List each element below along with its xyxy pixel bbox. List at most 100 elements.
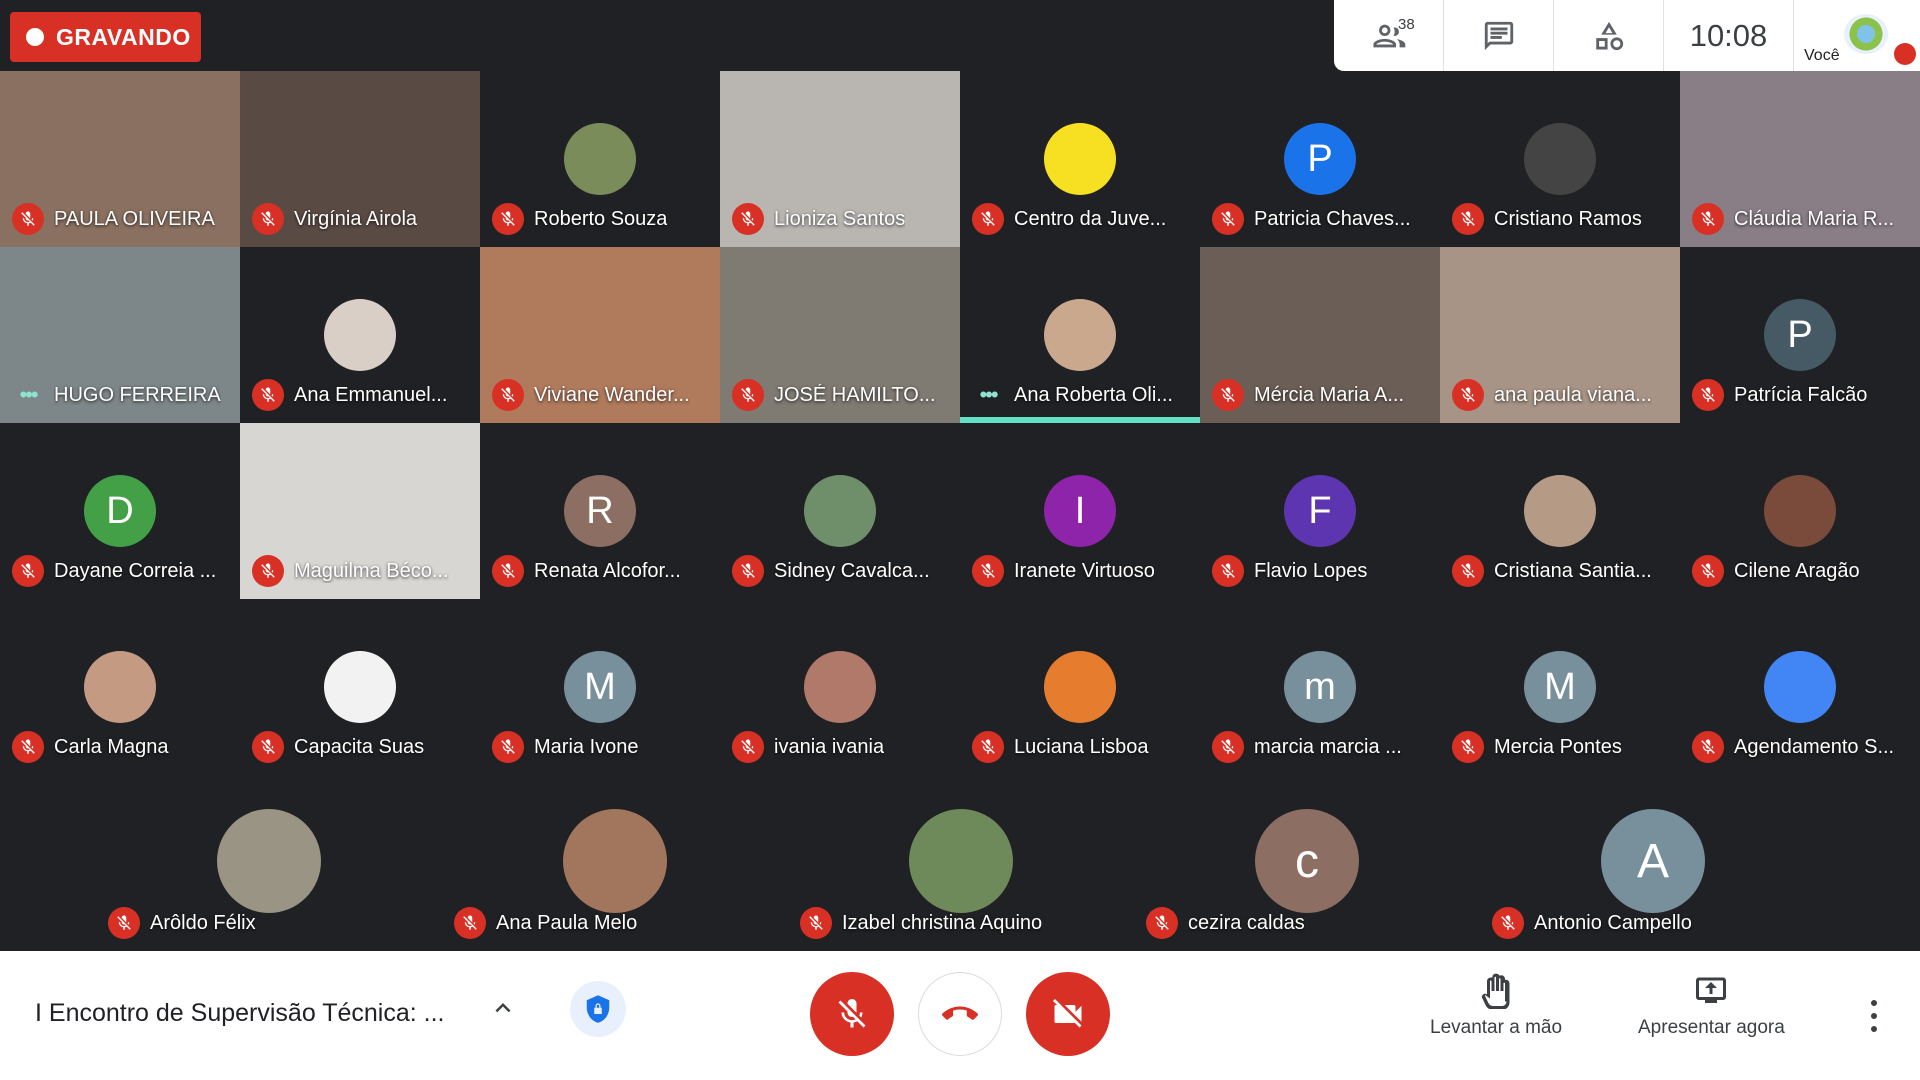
participant-tile[interactable]: Centro da Juve...: [960, 71, 1200, 247]
participant-name-row: Sidney Cavalca...: [720, 555, 960, 587]
participant-name-row: Agendamento S...: [1680, 731, 1920, 763]
mic-toggle-button[interactable]: [810, 972, 894, 1056]
participant-tile[interactable]: Mércia Maria A...: [1200, 247, 1440, 423]
participant-name-row: Capacita Suas: [240, 731, 480, 763]
participants-count: 38: [1398, 16, 1415, 33]
participant-tile[interactable]: P Patricia Chaves...: [1200, 71, 1440, 247]
participant-name-row: Renata Alcofor...: [480, 555, 720, 587]
participant-tile[interactable]: ana paula viana...: [1440, 247, 1680, 423]
participant-tile[interactable]: Ana Emmanuel...: [240, 247, 480, 423]
mic-off-icon: [972, 203, 1004, 235]
participant-avatar: [804, 651, 876, 723]
participant-tile[interactable]: Arôldo Félix: [96, 775, 442, 951]
mic-off-icon: [972, 555, 1004, 587]
participant-tile[interactable]: D Dayane Correia ...: [0, 423, 240, 599]
participant-avatar: [804, 475, 876, 547]
participant-name-row: Cristiano Ramos: [1440, 203, 1680, 235]
participant-tile[interactable]: c cezira caldas: [1134, 775, 1480, 951]
participant-tile[interactable]: Sidney Cavalca...: [720, 423, 960, 599]
participant-name-row: Iranete Virtuoso: [960, 555, 1200, 587]
participant-tile[interactable]: Agendamento S...: [1680, 599, 1920, 775]
participant-avatar: M: [564, 651, 636, 723]
participant-tile[interactable]: Luciana Lisboa: [960, 599, 1200, 775]
participant-avatar: F: [1284, 475, 1356, 547]
participants-button[interactable]: 38: [1334, 0, 1444, 71]
participant-tile[interactable]: Cilene Aragão: [1680, 423, 1920, 599]
participant-name-row: Cláudia Maria R...: [1680, 203, 1920, 235]
meeting-title[interactable]: I Encontro de Supervisão Técnica: ...: [35, 999, 445, 1028]
participant-name-row: Patrícia Falcão: [1680, 379, 1920, 411]
participant-avatar: R: [564, 475, 636, 547]
participant-name: Renata Alcofor...: [534, 559, 681, 582]
mic-off-icon: [492, 203, 524, 235]
participant-tile[interactable]: R Renata Alcofor...: [480, 423, 720, 599]
participant-tile[interactable]: PAULA OLIVEIRA: [0, 71, 240, 247]
participant-avatar: [1764, 651, 1836, 723]
chevron-up-icon[interactable]: [488, 993, 518, 1023]
video-off-icon: [1053, 999, 1082, 1028]
participant-name-row: PAULA OLIVEIRA: [0, 203, 240, 235]
audio-level-icon: •••: [19, 382, 38, 407]
participant-name: Centro da Juve...: [1014, 207, 1167, 230]
participant-tile[interactable]: Cláudia Maria R...: [1680, 71, 1920, 247]
participant-tile[interactable]: Capacita Suas: [240, 599, 480, 775]
participant-tile[interactable]: JOSÉ HAMILTO...: [720, 247, 960, 423]
participant-name: Cristiana Santia...: [1494, 559, 1652, 582]
participant-name: Antonio Campello: [1534, 911, 1692, 934]
audio-level-icon: •••: [979, 382, 998, 407]
leave-call-button[interactable]: [918, 972, 1002, 1056]
more-options-icon[interactable]: [1870, 999, 1878, 1033]
participant-tile[interactable]: ivania ivania: [720, 599, 960, 775]
mic-off-icon: [1452, 731, 1484, 763]
self-view[interactable]: Você: [1794, 0, 1920, 71]
participant-tile[interactable]: Ana Paula Melo: [442, 775, 788, 951]
participant-name: Patricia Chaves...: [1254, 207, 1411, 230]
participant-tile[interactable]: F Flavio Lopes: [1200, 423, 1440, 599]
mic-off-icon: [732, 379, 764, 411]
participant-tile[interactable]: Roberto Souza: [480, 71, 720, 247]
participant-tile[interactable]: M Mercia Pontes: [1440, 599, 1680, 775]
participant-tile[interactable]: Carla Magna: [0, 599, 240, 775]
present-now-label: Apresentar agora: [1638, 1017, 1785, 1038]
participant-tile[interactable]: ••• HUGO FERREIRA: [0, 247, 240, 423]
security-button[interactable]: [570, 981, 626, 1037]
participant-tile[interactable]: Lioniza Santos: [720, 71, 960, 247]
participant-name: ivania ivania: [774, 735, 885, 758]
present-now-button[interactable]: Apresentar agora: [1638, 973, 1785, 1039]
participant-name-row: Ana Paula Melo: [442, 907, 788, 939]
mic-off-icon: [1692, 555, 1724, 587]
participant-name: Dayane Correia ...: [54, 559, 217, 582]
participant-tile[interactable]: m marcia marcia ...: [1200, 599, 1440, 775]
participant-tile[interactable]: Izabel christina Aquino: [788, 775, 1134, 951]
raise-hand-label: Levantar a mão: [1430, 1017, 1563, 1038]
participant-avatar: c: [1255, 809, 1359, 913]
participant-tile[interactable]: A Antonio Campello: [1480, 775, 1826, 951]
mic-off-icon: [454, 907, 486, 939]
participant-avatar: [563, 809, 667, 913]
participant-name: Sidney Cavalca...: [774, 559, 930, 582]
participant-tile[interactable]: P Patrícia Falcão: [1680, 247, 1920, 423]
participant-avatar: [1764, 475, 1836, 547]
participant-tile[interactable]: Cristiana Santia...: [1440, 423, 1680, 599]
top-controls: 38 10:08 Você: [1334, 0, 1920, 71]
activities-button[interactable]: [1554, 0, 1664, 71]
recording-dot-icon: [26, 28, 44, 46]
participant-tile[interactable]: Maguilma Béco...: [240, 423, 480, 599]
participant-tile[interactable]: ••• Ana Roberta Oli...: [960, 247, 1200, 423]
mic-off-icon: [492, 731, 524, 763]
participant-tile[interactable]: I Iranete Virtuoso: [960, 423, 1200, 599]
participant-tile[interactable]: Virgínia Airola: [240, 71, 480, 247]
raise-hand-button[interactable]: Levantar a mão: [1430, 973, 1562, 1039]
participant-name: Izabel christina Aquino: [842, 911, 1043, 934]
participant-name-row: Ana Emmanuel...: [240, 379, 480, 411]
chat-button[interactable]: [1444, 0, 1554, 71]
participant-tile[interactable]: Cristiano Ramos: [1440, 71, 1680, 247]
camera-toggle-button[interactable]: [1026, 972, 1110, 1056]
participant-name: HUGO FERREIRA: [54, 383, 221, 406]
participant-tile[interactable]: Viviane Wander...: [480, 247, 720, 423]
participant-name: Lioniza Santos: [774, 207, 906, 230]
mic-off-icon: [252, 379, 284, 411]
mic-off-icon: [252, 555, 284, 587]
participant-tile[interactable]: M Maria Ivone: [480, 599, 720, 775]
participant-name-row: Mércia Maria A...: [1200, 379, 1440, 411]
